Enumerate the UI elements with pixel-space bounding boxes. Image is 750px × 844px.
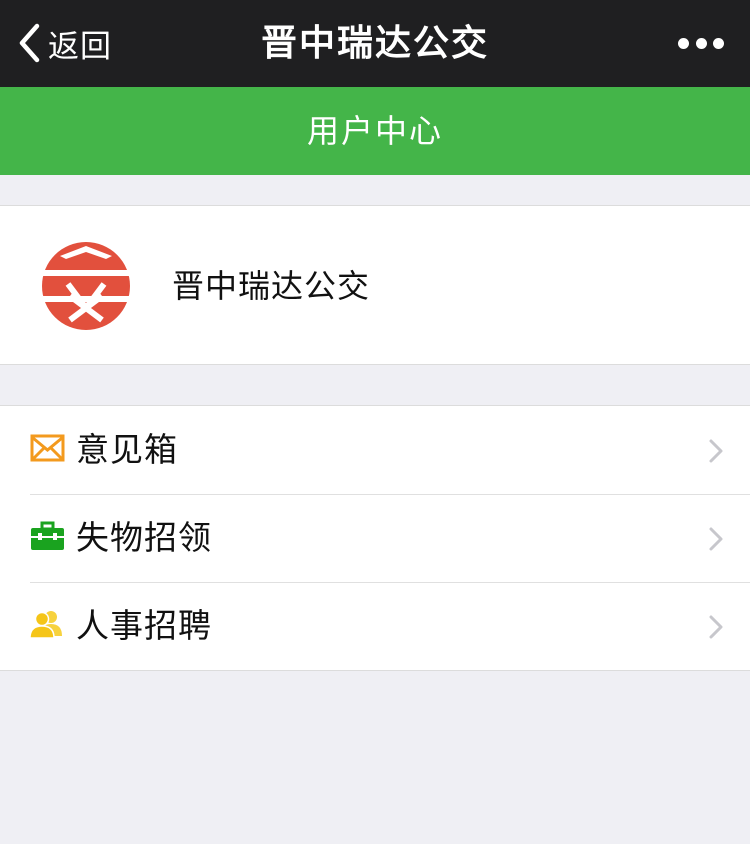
chevron-left-icon	[19, 23, 40, 63]
more-dots-icon	[713, 37, 724, 49]
people-icon	[30, 611, 62, 639]
menu-item-label: 失物招领	[76, 518, 212, 557]
more-button[interactable]	[678, 32, 724, 54]
chevron-right-icon	[709, 439, 723, 463]
page-title: 晋中瑞达公交	[260, 23, 489, 64]
menu-item-label: 意见箱	[76, 430, 178, 469]
menu-item-label: 人事招聘	[76, 606, 212, 645]
back-label: 返回	[48, 28, 112, 65]
chevron-right-icon	[709, 527, 723, 551]
back-button[interactable]: 返回	[18, 20, 112, 66]
menu-item-feedback-box[interactable]: 意见箱	[0, 406, 750, 494]
menu-item-recruitment[interactable]: 人事招聘	[0, 582, 750, 670]
mail-envelope-icon	[30, 434, 65, 462]
section-header: 用户中心	[0, 87, 750, 175]
profile-card: 晋中瑞达公交	[0, 205, 750, 365]
profile-name: 晋中瑞达公交	[172, 267, 371, 305]
chevron-right-icon	[709, 615, 723, 639]
menu-list: 意见箱 失物招领 人事招聘	[0, 405, 750, 671]
briefcase-icon	[31, 521, 64, 550]
menu-item-lost-and-found[interactable]: 失物招领	[0, 494, 750, 582]
nav-bar: 返回 晋中瑞达公交	[0, 0, 750, 87]
more-dots-icon	[678, 37, 689, 49]
more-dots-icon	[695, 37, 707, 49]
bus-company-logo	[40, 242, 132, 330]
